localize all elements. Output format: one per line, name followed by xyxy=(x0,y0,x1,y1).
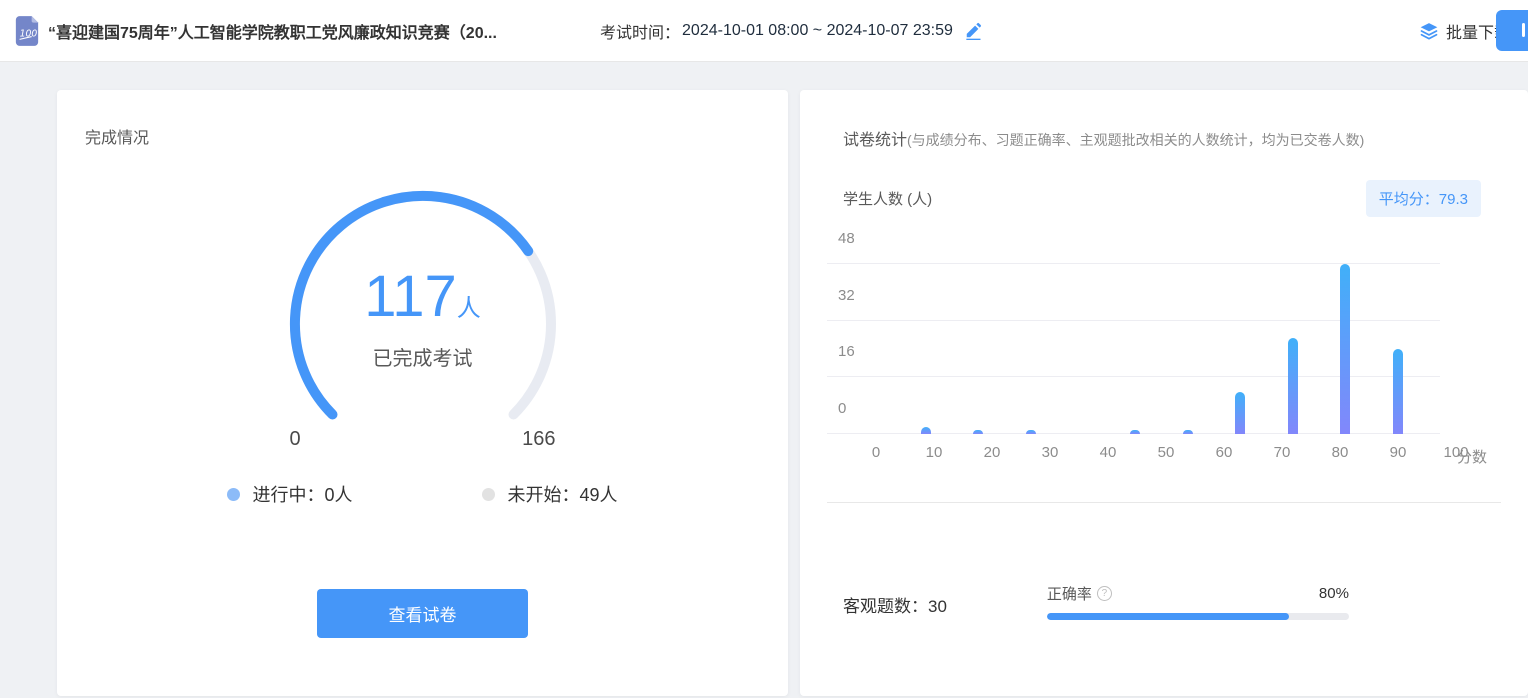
chart-x-labels: 0102030405060708090100 xyxy=(847,444,1485,461)
not-started-label: 未开始：49人 xyxy=(507,481,617,507)
bar-slot-40 xyxy=(1057,264,1109,434)
gauge-arc xyxy=(273,186,573,426)
help-question-icon[interactable]: ? xyxy=(1097,586,1112,601)
bar-slot-70 xyxy=(1214,264,1266,434)
accuracy-header: 正确率 ? 80% xyxy=(1047,583,1349,604)
x-tick-label-30: 30 xyxy=(1021,444,1079,461)
score-distribution-chart: 0163248 0102030405060708090100 分数 xyxy=(827,264,1501,461)
completion-card-title: 完成情况 xyxy=(85,124,760,148)
y-tick-label-0: 0 xyxy=(838,400,846,417)
chart-plot-area: 0163248 xyxy=(827,264,1440,434)
stats-card-title: 试卷统计 xyxy=(843,126,907,150)
cutoff-primary-button[interactable] xyxy=(1496,10,1528,51)
accuracy-label: 正确率 xyxy=(1047,583,1092,604)
bar-70 xyxy=(1235,392,1245,435)
exam-time-value: 2024-10-01 08:00 ~ 2024-10-07 23:59 xyxy=(682,22,953,40)
bar-slot-10 xyxy=(899,264,951,434)
gauge-min-label: 0 xyxy=(290,428,301,451)
layers-icon xyxy=(1419,21,1439,41)
x-tick-label-50: 50 xyxy=(1137,444,1195,461)
bar-60 xyxy=(1183,430,1193,434)
view-paper-button[interactable]: 查看试卷 xyxy=(317,589,528,638)
bar-10 xyxy=(921,427,931,434)
x-tick-label-70: 70 xyxy=(1253,444,1311,461)
svg-text:100: 100 xyxy=(20,28,38,39)
accuracy-block: 正确率 ? 80% xyxy=(1047,583,1349,620)
bars-container xyxy=(847,264,1424,434)
average-score-value: 79.3 xyxy=(1439,191,1468,208)
bar-20 xyxy=(973,430,983,434)
accuracy-progress-fill xyxy=(1047,613,1289,620)
top-header: 100 “喜迎建国75周年”人工智能学院教职工党风廉政知识竞赛（20... 考试… xyxy=(0,0,1528,62)
x-tick-label-10: 10 xyxy=(905,444,963,461)
bar-slot-60 xyxy=(1162,264,1214,434)
objective-question-value: 30 xyxy=(928,597,947,616)
accuracy-progress-track xyxy=(1047,613,1349,620)
bar-30 xyxy=(1026,430,1036,434)
completion-card: 完成情况 117人 已完成考试 0 166 进行中：0人 未开始：49人 xyxy=(57,90,788,696)
bar-80 xyxy=(1288,338,1298,434)
bar-90 xyxy=(1340,264,1350,434)
exam-score-document-icon: 100 xyxy=(14,15,40,47)
bar-slot-80 xyxy=(1267,264,1319,434)
gauge-min-max: 0 166 xyxy=(290,428,556,451)
bar-slot-50 xyxy=(1109,264,1161,434)
exam-time-label: 考试时间： xyxy=(600,19,680,43)
x-tick-label-80: 80 xyxy=(1311,444,1369,461)
bar-slot-30 xyxy=(1004,264,1056,434)
legend-item-not-started: 未开始：49人 xyxy=(482,481,617,507)
not-started-dot-icon xyxy=(482,488,495,501)
objective-stats-row: 客观题数：30 正确率 ? 80% xyxy=(843,583,1501,620)
legend-item-in-progress: 进行中：0人 xyxy=(227,481,352,507)
x-axis-title: 分数 xyxy=(1457,446,1487,467)
completion-legend: 进行中：0人 未开始：49人 xyxy=(85,481,760,507)
y-axis-title: 学生人数 (人) xyxy=(843,188,932,209)
completion-gauge: 117人 已完成考试 0 166 xyxy=(273,186,573,451)
accuracy-value: 80% xyxy=(1319,585,1349,602)
edit-exam-time-icon[interactable] xyxy=(963,21,983,41)
bar-100 xyxy=(1393,349,1403,434)
accuracy-label-wrap: 正确率 ? xyxy=(1047,583,1112,604)
bar-slot-20 xyxy=(952,264,1004,434)
in-progress-label: 进行中：0人 xyxy=(252,481,352,507)
x-tick-label-40: 40 xyxy=(1079,444,1137,461)
x-tick-label-0: 0 xyxy=(847,444,905,461)
stats-title-row: 试卷统计 (与成绩分布、习题正确率、主观题批改相关的人数统计，均为已交卷人数) xyxy=(843,126,1501,150)
x-tick-label-90: 90 xyxy=(1369,444,1427,461)
x-tick-label-20: 20 xyxy=(963,444,1021,461)
bar-slot-100 xyxy=(1372,264,1424,434)
x-tick-label-60: 60 xyxy=(1195,444,1253,461)
cutoff-button-glyph xyxy=(1522,23,1525,37)
average-score-badge: 平均分：79.3 xyxy=(1366,180,1481,217)
gauge-max-label: 166 xyxy=(522,428,555,451)
chart-header: 学生人数 (人) 平均分：79.3 xyxy=(843,180,1481,217)
stats-card-subtitle: (与成绩分布、习题正确率、主观题批改相关的人数统计，均为已交卷人数) xyxy=(907,130,1364,150)
objective-question-count: 客观题数：30 xyxy=(843,583,947,617)
y-tick-label-48: 48 xyxy=(838,230,855,247)
in-progress-dot-icon xyxy=(227,488,240,501)
bar-slot-90 xyxy=(1319,264,1371,434)
exam-time: 考试时间： 2024-10-01 08:00 ~ 2024-10-07 23:5… xyxy=(600,19,983,43)
exam-title: “喜迎建国75周年”人工智能学院教职工党风廉政知识竞赛（20... xyxy=(48,19,600,43)
bar-50 xyxy=(1130,430,1140,434)
stats-divider xyxy=(827,502,1501,503)
paper-stats-card: 试卷统计 (与成绩分布、习题正确率、主观题批改相关的人数统计，均为已交卷人数) … xyxy=(800,90,1528,696)
bar-slot-0 xyxy=(847,264,899,434)
